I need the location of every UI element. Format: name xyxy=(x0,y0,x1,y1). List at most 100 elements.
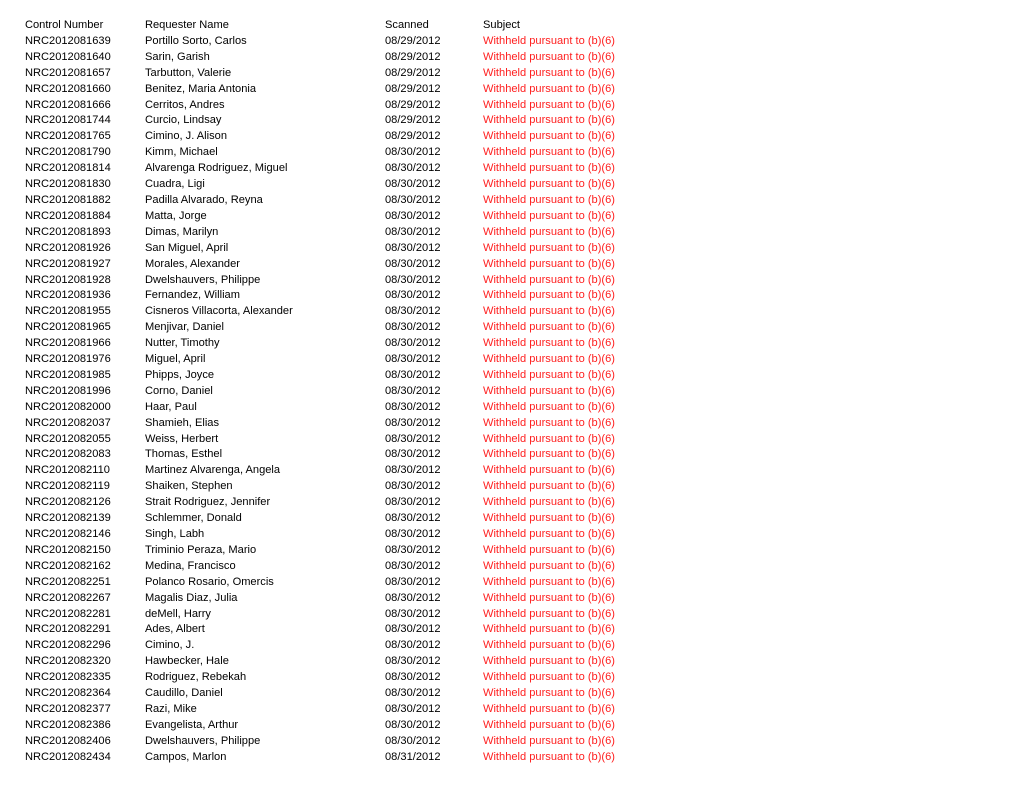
table-row: NRC2012081884 Matta, Jorge 08/30/2012 Withh… xyxy=(25,209,683,225)
cell-control-number: NRC2012081790 xyxy=(25,146,111,159)
cell-subject-redacted: Withheld pursuant to (b)(6) xyxy=(483,34,615,47)
table-row: NRC2012082251 Polanco Rosario, Omercis 08/… xyxy=(25,575,683,591)
cell-subject-redacted: Withheld pursuant to (b)(6) xyxy=(483,718,615,731)
column-header-subject: Subject xyxy=(483,19,521,31)
cell-scanned-date: 08/31/2012 xyxy=(385,750,441,763)
cell-scanned-date: 08/30/2012 xyxy=(385,734,441,747)
cell-control-number: NRC2012082386 xyxy=(25,718,111,731)
cell-scanned-date: 08/30/2012 xyxy=(385,225,441,238)
table-row: NRC2012082037 Shamieh, Elias 08/30/2012 Wit… xyxy=(25,416,683,432)
cell-control-number: NRC2012082377 xyxy=(25,702,111,715)
cell-requester-name: Magalis Diaz, Julia xyxy=(145,591,238,604)
cell-subject-redacted: Withheld pursuant to (b)(6) xyxy=(483,448,615,461)
cell-control-number: NRC2012081985 xyxy=(25,368,111,381)
cell-requester-name: Curcio, Lindsay xyxy=(145,114,222,127)
cell-requester-name: Campos, Marlon xyxy=(145,750,227,763)
cell-subject-redacted: Withheld pursuant to (b)(6) xyxy=(483,687,615,700)
cell-scanned-date: 08/30/2012 xyxy=(385,305,441,318)
cell-requester-name: Schlemmer, Donald xyxy=(145,512,242,525)
cell-scanned-date: 08/30/2012 xyxy=(385,178,441,191)
cell-subject-redacted: Withheld pursuant to (b)(6) xyxy=(483,289,615,302)
cell-requester-name: Polanco Rosario, Omercis xyxy=(145,575,274,588)
cell-scanned-date: 08/29/2012 xyxy=(385,66,441,79)
table-row: NRC2012081926 San Miguel, April 08/30/2012… xyxy=(25,241,683,257)
table-row: NRC2012081927 Morales, Alexander 08/30/201… xyxy=(25,257,683,273)
cell-requester-name: Medina, Francisco xyxy=(145,559,236,572)
cell-subject-redacted: Withheld pursuant to (b)(6) xyxy=(483,305,615,318)
table-row: NRC2012081976 Miguel, April 08/30/2012 With… xyxy=(25,352,683,368)
cell-control-number: NRC2012082364 xyxy=(25,687,111,700)
cell-control-number: NRC2012081660 xyxy=(25,82,111,95)
cell-requester-name: Evangelista, Arthur xyxy=(145,718,239,731)
cell-control-number: NRC2012082335 xyxy=(25,671,111,684)
cell-requester-name: Benitez, Maria Antonia xyxy=(145,82,257,95)
table-row: NRC2012082000 Haar, Paul 08/30/2012 Withhel… xyxy=(25,400,683,416)
cell-requester-name: Caudillo, Daniel xyxy=(145,687,223,700)
cell-subject-redacted: Withheld pursuant to (b)(6) xyxy=(483,432,615,445)
cell-subject-redacted: Withheld pursuant to (b)(6) xyxy=(483,416,615,429)
cell-requester-name: Ades, Albert xyxy=(145,623,205,636)
table-row: NRC2012082364 Caudillo, Daniel 08/30/2012 W… xyxy=(25,686,683,702)
cell-requester-name: Kimm, Michael xyxy=(145,146,218,159)
cell-scanned-date: 08/30/2012 xyxy=(385,273,441,286)
cell-scanned-date: 08/30/2012 xyxy=(385,209,441,222)
cell-requester-name: Shamieh, Elias xyxy=(145,416,219,429)
cell-control-number: NRC2012082434 xyxy=(25,750,111,763)
cell-requester-name: Dwelshauvers, Philippe xyxy=(145,734,261,747)
cell-control-number: NRC2012082296 xyxy=(25,639,111,652)
table-row: NRC2012081893 Dimas, Marilyn 08/30/2012 Wit… xyxy=(25,225,683,241)
cell-subject-redacted: Withheld pursuant to (b)(6) xyxy=(483,512,615,525)
table-row: NRC2012082386 Evangelista, Arthur 08/30/20… xyxy=(25,718,683,734)
cell-control-number: NRC2012082291 xyxy=(25,623,111,636)
cell-subject-redacted: Withheld pursuant to (b)(6) xyxy=(483,575,615,588)
cell-requester-name: Matta, Jorge xyxy=(145,209,207,222)
cell-subject-redacted: Withheld pursuant to (b)(6) xyxy=(483,400,615,413)
table-row: NRC2012082119 Shaiken, Stephen 08/30/2012 W… xyxy=(25,479,683,495)
cell-requester-name: Menjivar, Daniel xyxy=(145,321,224,334)
table-row: NRC2012081814 Alvarenga Rodriguez, Miguel… xyxy=(25,161,683,177)
cell-requester-name: Phipps, Joyce xyxy=(145,368,215,381)
cell-scanned-date: 08/30/2012 xyxy=(385,718,441,731)
cell-requester-name: deMell, Harry xyxy=(145,607,211,620)
cell-subject-redacted: Withheld pursuant to (b)(6) xyxy=(483,50,615,63)
cell-requester-name: Razi, Mike xyxy=(145,702,197,715)
cell-requester-name: Corno, Daniel xyxy=(145,384,213,397)
table-row: NRC2012082150 Triminio Peraza, Mario 08/30… xyxy=(25,543,683,559)
cell-scanned-date: 08/29/2012 xyxy=(385,34,441,47)
cell-control-number: NRC2012081965 xyxy=(25,321,111,334)
cell-control-number: NRC2012082119 xyxy=(25,480,110,493)
cell-subject-redacted: Withheld pursuant to (b)(6) xyxy=(483,671,615,684)
cell-control-number: NRC2012082162 xyxy=(25,559,111,572)
cell-control-number: NRC2012082126 xyxy=(25,496,111,509)
column-header-control-number: Control Number xyxy=(25,19,104,31)
cell-subject-redacted: Withheld pursuant to (b)(6) xyxy=(483,750,615,763)
cell-control-number: NRC2012081657 xyxy=(25,66,111,79)
cell-control-number: NRC2012081814 xyxy=(25,162,111,175)
cell-subject-redacted: Withheld pursuant to (b)(6) xyxy=(483,384,615,397)
table-row: NRC2012081928 Dwelshauvers, Philippe 08/30… xyxy=(25,273,683,289)
cell-scanned-date: 08/30/2012 xyxy=(385,321,441,334)
cell-scanned-date: 08/30/2012 xyxy=(385,687,441,700)
cell-requester-name: Dimas, Marilyn xyxy=(145,225,219,238)
cell-scanned-date: 08/30/2012 xyxy=(385,384,441,397)
cell-requester-name: Martinez Alvarenga, Angela xyxy=(145,464,281,477)
cell-requester-name: Haar, Paul xyxy=(145,400,197,413)
cell-scanned-date: 08/30/2012 xyxy=(385,543,441,556)
table-row: NRC2012082126 Strait Rodriguez, Jennifer 0… xyxy=(25,495,683,511)
cell-scanned-date: 08/30/2012 xyxy=(385,400,441,413)
cell-scanned-date: 08/29/2012 xyxy=(385,82,441,95)
table-row: NRC2012082291 Ades, Albert 08/30/2012 Withh… xyxy=(25,622,683,638)
table-row: NRC2012081966 Nutter, Timothy 08/30/2012 Wi… xyxy=(25,336,683,352)
cell-requester-name: Hawbecker, Hale xyxy=(145,655,229,668)
table-row: NRC2012081985 Phipps, Joyce 08/30/2012 With… xyxy=(25,368,683,384)
table-row: NRC2012082406 Dwelshauvers, Philippe 08/30… xyxy=(25,734,683,750)
table-row: NRC2012082139 Schlemmer, Donald 08/30/2012… xyxy=(25,511,683,527)
table-row: NRC2012081657 Tarbutton, Valerie 08/29/201… xyxy=(25,66,683,82)
cell-scanned-date: 08/30/2012 xyxy=(385,193,441,206)
cell-control-number: NRC2012081928 xyxy=(25,273,111,286)
cell-scanned-date: 08/30/2012 xyxy=(385,257,441,270)
cell-scanned-date: 08/30/2012 xyxy=(385,464,441,477)
cell-scanned-date: 08/30/2012 xyxy=(385,607,441,620)
cell-scanned-date: 08/30/2012 xyxy=(385,575,441,588)
cell-subject-redacted: Withheld pursuant to (b)(6) xyxy=(483,130,615,143)
